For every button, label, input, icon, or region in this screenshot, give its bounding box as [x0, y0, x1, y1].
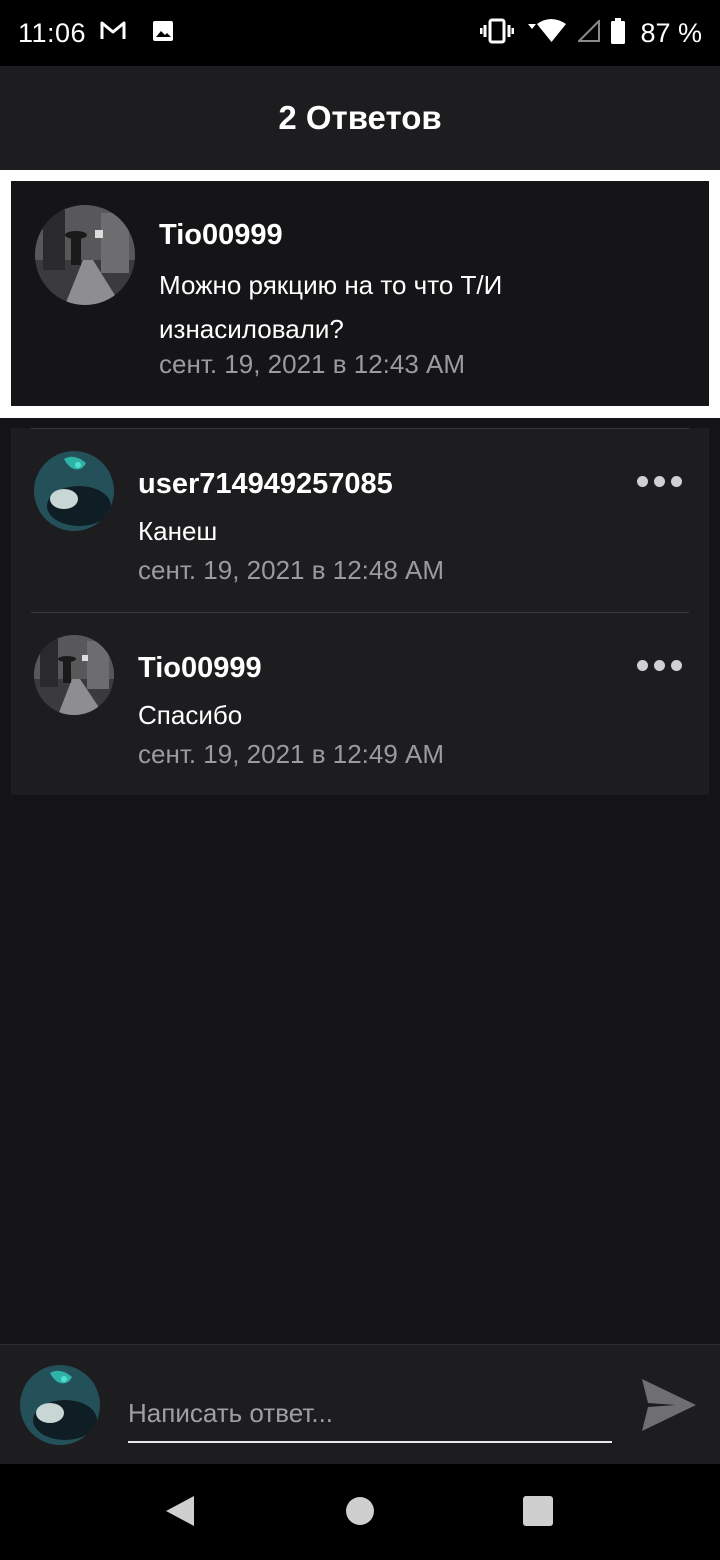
parent-comment[interactable]: Tio00999 Можно рякцию на то что Т/И изна…: [11, 181, 709, 406]
divider: [31, 612, 689, 613]
reply-message: Спасибо: [138, 700, 243, 730]
recents-icon: [523, 1496, 553, 1526]
dot-icon: [671, 659, 682, 671]
reply-list: user714949257085 Канеш сент. 19, 2021 в …: [11, 428, 709, 795]
dot-icon: [671, 475, 682, 487]
battery-icon: [610, 17, 626, 49]
parent-username[interactable]: Tio00999: [159, 219, 283, 252]
divider: [31, 428, 689, 429]
status-time: 11:06: [18, 17, 87, 48]
home-icon: [346, 1497, 374, 1525]
gmail-icon: [100, 21, 126, 46]
avatar[interactable]: [34, 451, 114, 531]
dot-icon: [637, 659, 648, 671]
send-icon: [642, 1379, 696, 1431]
home-button[interactable]: [344, 1494, 376, 1533]
back-button[interactable]: [164, 1494, 196, 1533]
dot-icon: [654, 475, 665, 487]
wifi-icon: [524, 18, 568, 49]
reply-composer: [0, 1344, 720, 1465]
header: 2 Ответов: [0, 66, 720, 170]
reply-username[interactable]: Tio00999: [138, 652, 262, 685]
reply-username[interactable]: user714949257085: [138, 468, 393, 501]
parent-message: Можно рякцию на то что Т/И изнасиловали?: [159, 270, 503, 344]
status-bar: 11:06 87 %: [0, 0, 720, 66]
signal-icon: [577, 18, 601, 47]
vibrate-icon: [479, 18, 515, 49]
reply-message: Канеш: [138, 516, 218, 546]
dot-icon: [654, 659, 665, 671]
reply-item[interactable]: user714949257085 Канеш сент. 19, 2021 в …: [11, 428, 709, 612]
avatar: [20, 1365, 100, 1445]
parent-timestamp: сент. 19, 2021 в 12:43 AM: [159, 349, 466, 379]
dot-icon: [637, 475, 648, 487]
back-icon: [166, 1496, 194, 1526]
page-title: 2 Ответов: [278, 99, 442, 136]
reply-timestamp: сент. 19, 2021 в 12:49 AM: [138, 739, 445, 769]
recents-button[interactable]: [522, 1494, 554, 1533]
system-nav-bar: [0, 1464, 720, 1560]
avatar[interactable]: [34, 635, 114, 715]
image-icon: [152, 20, 174, 47]
parent-comment-highlight: Tio00999 Можно рякцию на то что Т/И изна…: [0, 170, 720, 418]
more-options-button[interactable]: [637, 656, 685, 674]
reply-timestamp: сент. 19, 2021 в 12:48 AM: [138, 555, 445, 585]
reply-input[interactable]: [128, 1385, 612, 1443]
reply-item[interactable]: Tio00999 Спасибо сент. 19, 2021 в 12:49 …: [11, 612, 709, 796]
send-button[interactable]: [640, 1377, 698, 1433]
more-options-button[interactable]: [637, 472, 685, 490]
avatar[interactable]: [35, 205, 135, 305]
battery-percent: 87 %: [640, 17, 702, 48]
